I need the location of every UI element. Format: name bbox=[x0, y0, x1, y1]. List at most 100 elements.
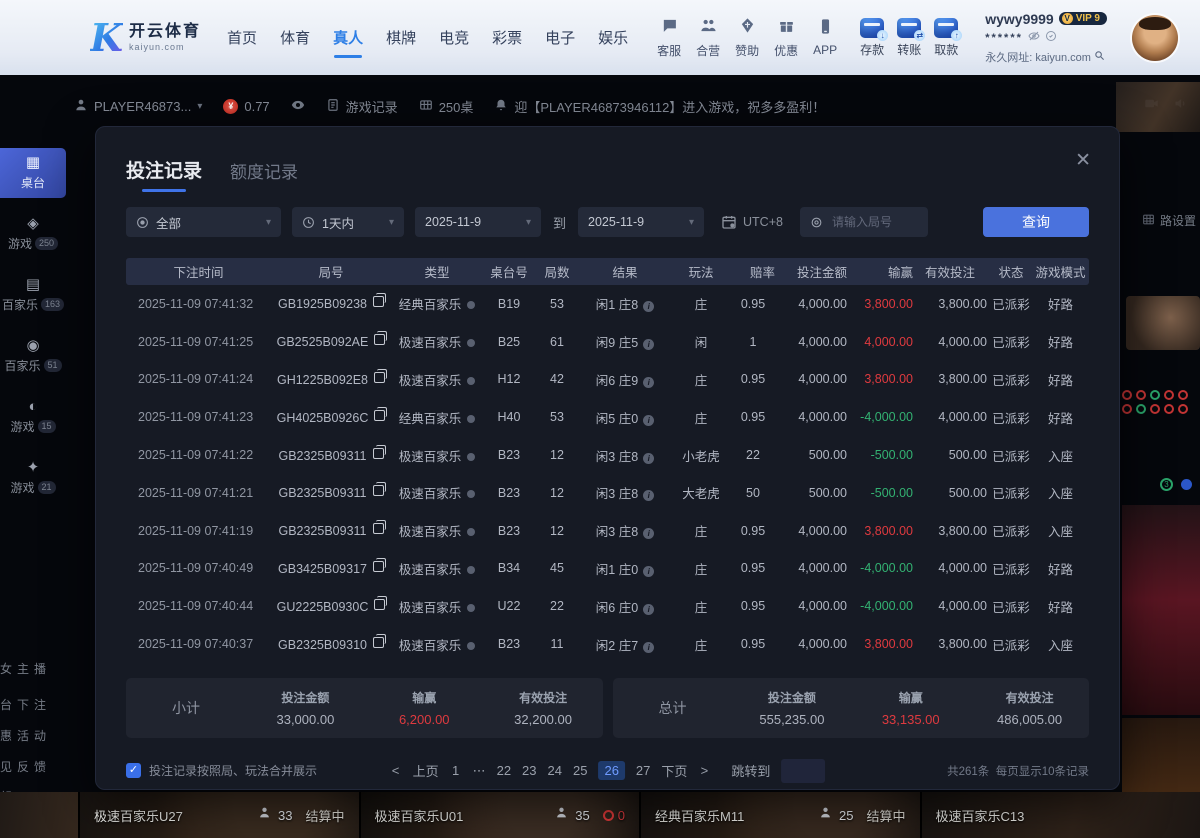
refresh-circle-icon[interactable] bbox=[1045, 29, 1057, 47]
nav-item[interactable]: 棋牌 bbox=[386, 27, 416, 48]
sidebar-item[interactable]: ◉ 百家乐 51 bbox=[0, 331, 66, 381]
table-row[interactable]: 2025-11-09 07:41:21 GB2325B09311 极速百家乐 B… bbox=[126, 474, 1089, 512]
copy-icon[interactable] bbox=[373, 485, 384, 496]
total-win: 33,135.00 bbox=[851, 712, 970, 727]
info-icon[interactable] bbox=[643, 528, 654, 539]
status: 已派彩 bbox=[987, 294, 1035, 313]
copy-icon[interactable] bbox=[373, 561, 384, 572]
sidebar-link-promos[interactable]: 惠活动 bbox=[0, 727, 60, 744]
copy-icon[interactable] bbox=[374, 410, 385, 421]
info-icon[interactable] bbox=[643, 566, 654, 577]
round-id: GB2525B092AE bbox=[271, 334, 391, 349]
nav-item[interactable]: 体育 bbox=[280, 27, 310, 48]
nav-item[interactable]: 真人 bbox=[333, 27, 363, 48]
round-search-input[interactable] bbox=[830, 214, 918, 230]
date-to-select[interactable]: 2025-11-9 ▾ bbox=[578, 207, 704, 237]
app-download-button[interactable]: APP bbox=[813, 18, 837, 57]
eye-off-icon[interactable] bbox=[1028, 29, 1040, 47]
page-button[interactable]: 1 bbox=[450, 763, 462, 778]
table-row[interactable]: 2025-11-09 07:41:24 GH1225B092E8 极速百家乐 H… bbox=[126, 361, 1089, 399]
table-row[interactable]: 2025-11-09 07:41:22 GB2325B09311 极速百家乐 B… bbox=[126, 436, 1089, 474]
copy-icon[interactable] bbox=[373, 296, 384, 307]
info-icon[interactable] bbox=[643, 301, 654, 312]
page-button[interactable]: 22 bbox=[497, 763, 511, 778]
modal-tab[interactable]: 额度记录 bbox=[230, 158, 298, 183]
tables-count[interactable]: 250桌 bbox=[419, 97, 474, 116]
brand-logo[interactable]: K 开云体育 kaiyun.com bbox=[90, 19, 201, 57]
page-button[interactable]: 26 bbox=[598, 761, 624, 780]
nav-item[interactable]: 彩票 bbox=[492, 27, 522, 48]
sidebar-item[interactable]: ◐ 游戏 15 bbox=[0, 392, 66, 442]
table-row[interactable]: 2025-11-09 07:41:19 GB2325B09311 极速百家乐 B… bbox=[126, 512, 1089, 550]
jump-input[interactable] bbox=[781, 759, 825, 783]
nav-item[interactable]: 首页 bbox=[227, 27, 257, 48]
page-button[interactable]: 24 bbox=[548, 763, 562, 778]
sidebar-item[interactable]: ✦ 游戏 21 bbox=[0, 453, 66, 503]
table-row[interactable]: 2025-11-09 07:41:32 GB1925B09238 经典百家乐 B… bbox=[126, 285, 1089, 323]
page-button[interactable]: ⋯ bbox=[473, 763, 486, 779]
copy-icon[interactable] bbox=[373, 448, 384, 459]
road-settings[interactable]: 路设置 bbox=[1142, 212, 1196, 229]
table-row[interactable]: 2025-11-09 07:40:44 GU2225B0930C 极速百家乐 U… bbox=[126, 587, 1089, 625]
game-record-link[interactable]: 游戏记录 bbox=[326, 97, 398, 116]
balance-display[interactable]: 0.77 bbox=[223, 99, 269, 114]
deposit-button[interactable]: ↓ 存款 bbox=[860, 18, 884, 58]
sidebar-link-feedback[interactable]: 见反馈 bbox=[0, 758, 60, 775]
customer-service-button[interactable]: 客服 bbox=[657, 17, 681, 59]
page-button[interactable]: < bbox=[390, 763, 402, 778]
game-type-select[interactable]: 全部 ▾ bbox=[126, 207, 281, 237]
info-icon[interactable] bbox=[643, 339, 654, 350]
table-row[interactable]: 2025-11-09 07:40:49 GB3425B09317 极速百家乐 B… bbox=[126, 550, 1089, 588]
sidebar-link-multibet[interactable]: 台下注 bbox=[0, 696, 60, 713]
merge-checkbox[interactable] bbox=[126, 763, 141, 778]
info-icon[interactable] bbox=[643, 453, 654, 464]
table-row[interactable]: 2025-11-09 07:40:37 GB2325B09310 极速百家乐 B… bbox=[126, 625, 1089, 663]
page-button[interactable]: 27 bbox=[636, 763, 650, 778]
page-button[interactable]: 23 bbox=[522, 763, 536, 778]
promo-button[interactable]: 优惠 bbox=[774, 17, 798, 59]
query-button[interactable]: 查询 bbox=[983, 207, 1089, 237]
nav-item[interactable]: 娱乐 bbox=[598, 27, 628, 48]
timezone-display[interactable]: UTC+8 bbox=[721, 214, 783, 230]
page-button[interactable]: 25 bbox=[573, 763, 587, 778]
sponsor-button[interactable]: 赞助 bbox=[735, 17, 759, 59]
close-icon[interactable]: ✕ bbox=[1075, 151, 1091, 170]
partnership-button[interactable]: 合营 bbox=[696, 17, 720, 59]
table-row[interactable]: 2025-11-09 07:41:23 GH4025B0926C 经典百家乐 H… bbox=[126, 398, 1089, 436]
info-icon[interactable] bbox=[643, 415, 654, 426]
info-icon[interactable] bbox=[643, 377, 654, 388]
withdraw-button[interactable]: ↑ 取款 bbox=[934, 18, 958, 58]
visibility-toggle[interactable] bbox=[291, 98, 305, 115]
magnifier-icon[interactable] bbox=[1094, 50, 1105, 64]
info-icon[interactable] bbox=[643, 604, 654, 615]
sidebar-item[interactable]: ▤ 百家乐 163 bbox=[0, 270, 66, 320]
nav-item[interactable]: 电子 bbox=[545, 27, 575, 48]
transfer-button[interactable]: ⇄ 转账 bbox=[897, 18, 921, 58]
table-tile[interactable]: 经典百家乐M11 25 结算中 bbox=[641, 792, 920, 838]
copy-icon[interactable] bbox=[373, 637, 384, 648]
page-button[interactable]: 下页 bbox=[661, 761, 687, 780]
sidebar-link-anchors[interactable]: 女主播 bbox=[0, 660, 60, 677]
page-button[interactable]: 上页 bbox=[413, 761, 439, 780]
copy-icon[interactable] bbox=[373, 523, 384, 534]
bet-amount: 4,000.00 bbox=[775, 335, 847, 349]
sidebar-item[interactable]: ◈ 游戏 250 bbox=[0, 209, 66, 259]
table-tile[interactable]: 极速百家乐U27 33 结算中 bbox=[80, 792, 359, 838]
time-range-select[interactable]: 1天内 ▾ bbox=[292, 207, 404, 237]
table-row[interactable]: 2025-11-09 07:41:25 GB2525B092AE 极速百家乐 B… bbox=[126, 323, 1089, 361]
table-tile[interactable]: 极速百家乐C13 bbox=[922, 792, 1200, 838]
copy-icon[interactable] bbox=[374, 334, 385, 345]
nav-item[interactable]: 电竞 bbox=[439, 27, 469, 48]
player-menu[interactable]: PLAYER46873... ▾ bbox=[74, 98, 202, 115]
info-icon[interactable] bbox=[643, 490, 654, 501]
page-button[interactable]: > bbox=[698, 763, 710, 778]
info-icon[interactable] bbox=[643, 642, 654, 653]
copy-icon[interactable] bbox=[374, 372, 385, 383]
date-from-select[interactable]: 2025-11-9 ▾ bbox=[415, 207, 541, 237]
table-name: 经典百家乐M11 bbox=[655, 806, 744, 825]
table-tile[interactable]: 极速百家乐U01 35 0 bbox=[361, 792, 640, 838]
sidebar-item[interactable]: ▦ 桌台 bbox=[0, 148, 66, 198]
copy-icon[interactable] bbox=[374, 599, 385, 610]
avatar[interactable] bbox=[1132, 15, 1178, 61]
modal-tab[interactable]: 投注记录 bbox=[126, 156, 202, 183]
